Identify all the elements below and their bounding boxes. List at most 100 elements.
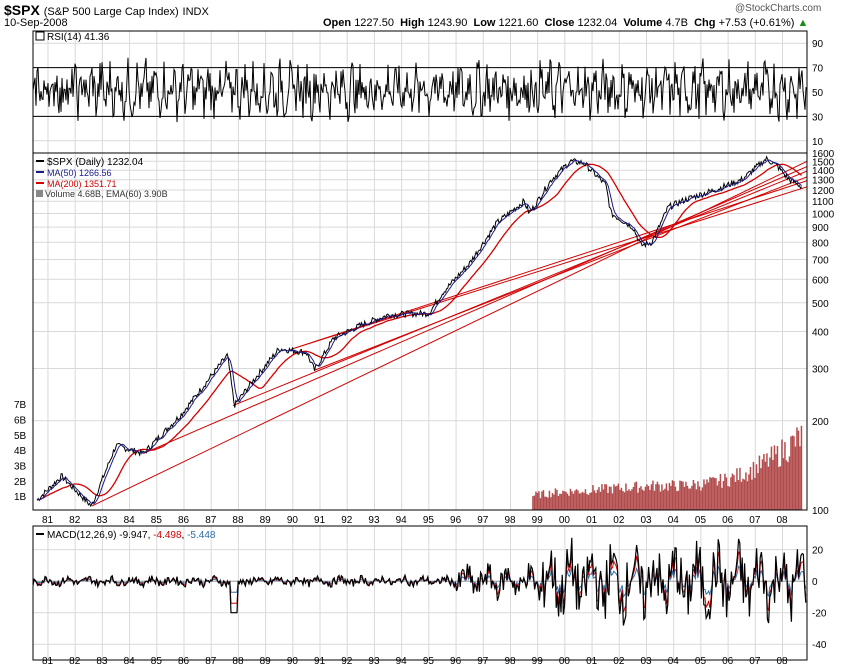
volume-bar — [761, 459, 764, 510]
volume-bar — [748, 474, 750, 510]
panel-frames — [32, 30, 808, 661]
volume-bar — [776, 446, 779, 510]
volume-bar — [773, 445, 776, 510]
macd-legend-v2: -4.498 — [153, 530, 182, 541]
macd-x-tick-label: 08 — [777, 656, 789, 667]
volume-bar — [532, 496, 534, 510]
volume-bar — [659, 491, 662, 510]
rsi-y-tick-label: 70 — [812, 64, 824, 75]
volume-bar — [673, 481, 675, 510]
price-y-tick-label: 600 — [812, 275, 829, 286]
price-y-tick-label: 1600 — [812, 149, 835, 160]
volume-bar — [589, 493, 591, 510]
macd-x-tick-label: 86 — [178, 656, 190, 667]
price-x-tick-label: 94 — [396, 515, 408, 526]
grid-layer — [33, 31, 807, 660]
volume-bar — [778, 467, 780, 510]
price-x-tick-label: 03 — [640, 515, 652, 526]
volume-bar — [578, 493, 581, 510]
volume-bar — [718, 481, 720, 510]
price-x-tick-label: 96 — [450, 515, 462, 526]
volume-bar — [640, 486, 642, 510]
rsi-y-tick-label: 50 — [812, 88, 824, 99]
volume-bar — [725, 477, 728, 510]
volume-bar — [743, 479, 746, 510]
price-x-tick-label: 00 — [559, 515, 571, 526]
volume-bar — [539, 498, 542, 510]
volume-bar — [569, 488, 572, 510]
volume-bar — [752, 461, 755, 510]
volume-bar — [706, 479, 708, 510]
volume-bar — [628, 489, 630, 510]
price-x-tick-label: 93 — [368, 515, 380, 526]
trendline — [292, 186, 807, 350]
rsi-y-tick-label: 10 — [812, 137, 824, 148]
price-y-tick-label: 400 — [812, 328, 829, 339]
trendline — [232, 170, 807, 407]
volume-bar — [775, 454, 777, 510]
price-x-tick-label: 04 — [668, 515, 680, 526]
volume-bar — [727, 486, 729, 510]
volume-bar — [629, 490, 632, 510]
volume-bar — [689, 488, 692, 510]
macd-x-tick-label: 03 — [640, 656, 652, 667]
volume-bar — [670, 485, 672, 510]
volume-bar — [625, 483, 627, 510]
volume-bar — [634, 482, 636, 510]
volume-bar — [598, 487, 600, 510]
price-y-tick-label: 1200 — [812, 186, 835, 197]
price-x-tick-label: 84 — [124, 515, 136, 526]
volume-bar — [713, 477, 716, 510]
volume-bar — [680, 481, 683, 510]
volume-bar — [571, 491, 573, 510]
volume-bar — [767, 466, 770, 510]
price-x-tick-label: 89 — [260, 515, 272, 526]
volume-bar — [542, 490, 545, 510]
volume-bar — [763, 454, 765, 510]
volume-bar — [637, 492, 639, 510]
volume-bar — [754, 477, 756, 510]
volume-bar — [563, 491, 566, 510]
volume-bar — [736, 468, 738, 510]
price-x-tick-label: 01 — [586, 515, 598, 526]
volume-bar — [757, 473, 759, 510]
macd-legend-prefix: MACD(12,26,9) — [47, 530, 116, 541]
volume-bar — [676, 491, 678, 510]
volume-bar — [535, 491, 537, 510]
price-x-tick-label: 83 — [96, 515, 108, 526]
macd-y-tick-label: -40 — [812, 640, 827, 651]
macd-x-tick-label: 07 — [749, 656, 761, 667]
volume-bar — [788, 456, 791, 510]
volume-bar — [649, 489, 651, 510]
volume-bar — [730, 477, 732, 510]
macd-x-tick-label: 83 — [96, 656, 108, 667]
volume-bar — [631, 489, 633, 510]
price-x-tick-label: 85 — [151, 515, 163, 526]
volume-bar — [698, 486, 701, 510]
volume-bar — [746, 481, 749, 510]
price-legend-text: $SPX (Daily) 1232.04 — [47, 157, 144, 168]
volume-bar — [575, 489, 578, 510]
volume-bar — [751, 479, 753, 510]
volume-bar — [617, 483, 620, 510]
volume-bar — [731, 473, 734, 510]
volume-bar — [601, 484, 603, 510]
volume-bar — [653, 490, 656, 510]
volume-bar — [557, 495, 560, 510]
volume-bar — [544, 496, 546, 510]
price-x-tick-label: 86 — [178, 515, 190, 526]
volume-bar — [781, 439, 783, 510]
volume-bar — [536, 493, 539, 510]
volume-bar — [611, 493, 614, 510]
volume-bar — [794, 446, 797, 510]
volume-bar — [688, 488, 690, 510]
volume-bar — [791, 435, 794, 510]
volume-bar — [559, 493, 561, 510]
volume-bar — [592, 485, 594, 510]
volume-bar — [665, 483, 668, 510]
volume-bar — [679, 480, 681, 510]
volume-bar — [565, 491, 567, 510]
volume-bar — [655, 484, 657, 510]
volume-bar — [638, 487, 641, 510]
volume-bar — [793, 436, 795, 510]
